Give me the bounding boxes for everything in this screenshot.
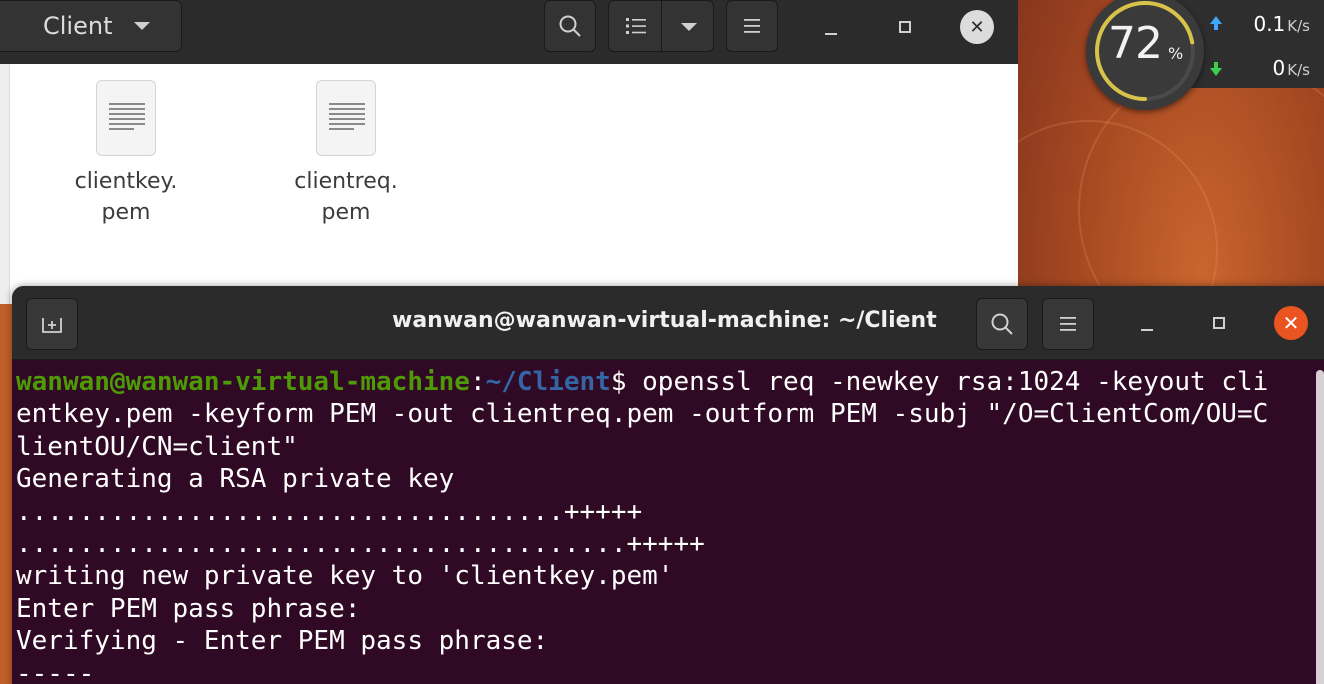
path-bar-button[interactable]: Client (0, 0, 182, 52)
maximize-icon (1213, 317, 1225, 329)
download-speed: 0 K/s (1273, 56, 1310, 80)
new-tab-icon (42, 318, 62, 333)
prompt-end: $ (610, 367, 643, 397)
button-divider (661, 1, 662, 51)
terminal-line: Enter PEM pass phrase: (16, 593, 361, 624)
file-name-line: clientkey. (74, 169, 178, 194)
file-name: clientreq. pem (294, 166, 397, 228)
chevron-down-icon (134, 22, 151, 30)
file-name: clientkey. pem (75, 166, 178, 228)
close-icon: ✕ (960, 10, 994, 44)
hamburger-menu-icon (744, 19, 760, 33)
new-tab-button[interactable] (26, 298, 78, 350)
text-document-icon (96, 80, 156, 156)
cpu-percent: 72 (1108, 18, 1163, 69)
command-text: openssl req -newkey rsa:1024 -keyout cli (642, 367, 1269, 397)
search-icon (559, 15, 581, 37)
list-view-icon (626, 18, 646, 34)
upload-speed: 0.1 K/s (1253, 12, 1310, 36)
terminal-minimize-button[interactable] (1130, 306, 1164, 340)
search-button[interactable] (544, 0, 596, 52)
terminal-title: wanwan@wanwan-virtual-machine: ~/Client (392, 308, 937, 333)
prompt-user: wanwan@wanwan-virtual-machine (16, 367, 470, 397)
close-button[interactable]: ✕ (960, 10, 994, 44)
terminal-scrollbar[interactable] (1316, 370, 1324, 684)
hamburger-menu-icon (1060, 317, 1076, 331)
text-document-icon (316, 80, 376, 156)
terminal-line: ----- (16, 658, 95, 684)
prompt-path: ~/Client (485, 367, 611, 397)
cpu-percent-unit: % (1168, 44, 1184, 63)
file-item[interactable]: clientreq. pem (266, 80, 426, 228)
close-icon: ✕ (1282, 311, 1300, 335)
minimize-button[interactable] (814, 10, 848, 44)
terminal-line: writing new private key to 'clientkey.pe… (16, 561, 674, 592)
chevron-down-icon[interactable] (681, 23, 697, 31)
upload-arrow-icon (1210, 16, 1222, 30)
file-name-line: pem (321, 200, 371, 225)
download-unit: K/s (1287, 61, 1310, 79)
terminal-command-line: wanwan@wanwan-virtual-machine:~/Client$ … (16, 366, 1316, 398)
view-mode-button[interactable] (608, 0, 714, 52)
maximize-icon (899, 21, 911, 33)
minimize-icon (1141, 329, 1153, 331)
terminal-line: lientOU/CN=client" (16, 431, 298, 462)
upload-unit: K/s (1287, 17, 1310, 35)
download-value: 0 (1272, 56, 1286, 80)
path-bar-label: Client (43, 12, 113, 40)
search-icon (991, 313, 1013, 335)
terminal-output[interactable]: wanwan@wanwan-virtual-machine:~/Client$ … (16, 366, 1316, 684)
download-arrow-icon (1210, 62, 1222, 76)
minimize-icon (825, 33, 837, 35)
terminal-search-button[interactable] (976, 298, 1028, 350)
terminal-line: Generating a RSA private key (16, 464, 455, 495)
file-manager-headerbar: Client ✕ (0, 0, 1018, 64)
terminal-line: .......................................+… (16, 529, 705, 560)
prompt-separator: : (469, 367, 486, 397)
file-name-line: pem (101, 200, 151, 225)
terminal-line: Verifying - Enter PEM pass phrase: (16, 626, 549, 657)
file-item[interactable]: clientkey. pem (46, 80, 206, 228)
terminal-window: wanwan@wanwan-virtual-machine: ~/Client … (12, 286, 1324, 684)
maximize-button[interactable] (888, 10, 922, 44)
terminal-line: entkey.pem -keyform PEM -out clientreq.p… (16, 399, 1269, 430)
file-view: clientkey. pem clientreq. pem (0, 64, 1018, 304)
cpu-usage-gauge: 72 % (1086, 0, 1204, 110)
terminal-headerbar: wanwan@wanwan-virtual-machine: ~/Client … (12, 286, 1324, 360)
file-manager-sidebar-edge (0, 64, 10, 304)
terminal-menu-button[interactable] (1042, 298, 1094, 350)
file-name-line: clientreq. (294, 169, 398, 194)
menu-button[interactable] (726, 0, 778, 52)
terminal-close-button[interactable]: ✕ (1274, 306, 1308, 340)
upload-value: 0.1 (1253, 12, 1286, 36)
terminal-line: ...................................+++++ (16, 496, 643, 527)
terminal-maximize-button[interactable] (1202, 306, 1236, 340)
